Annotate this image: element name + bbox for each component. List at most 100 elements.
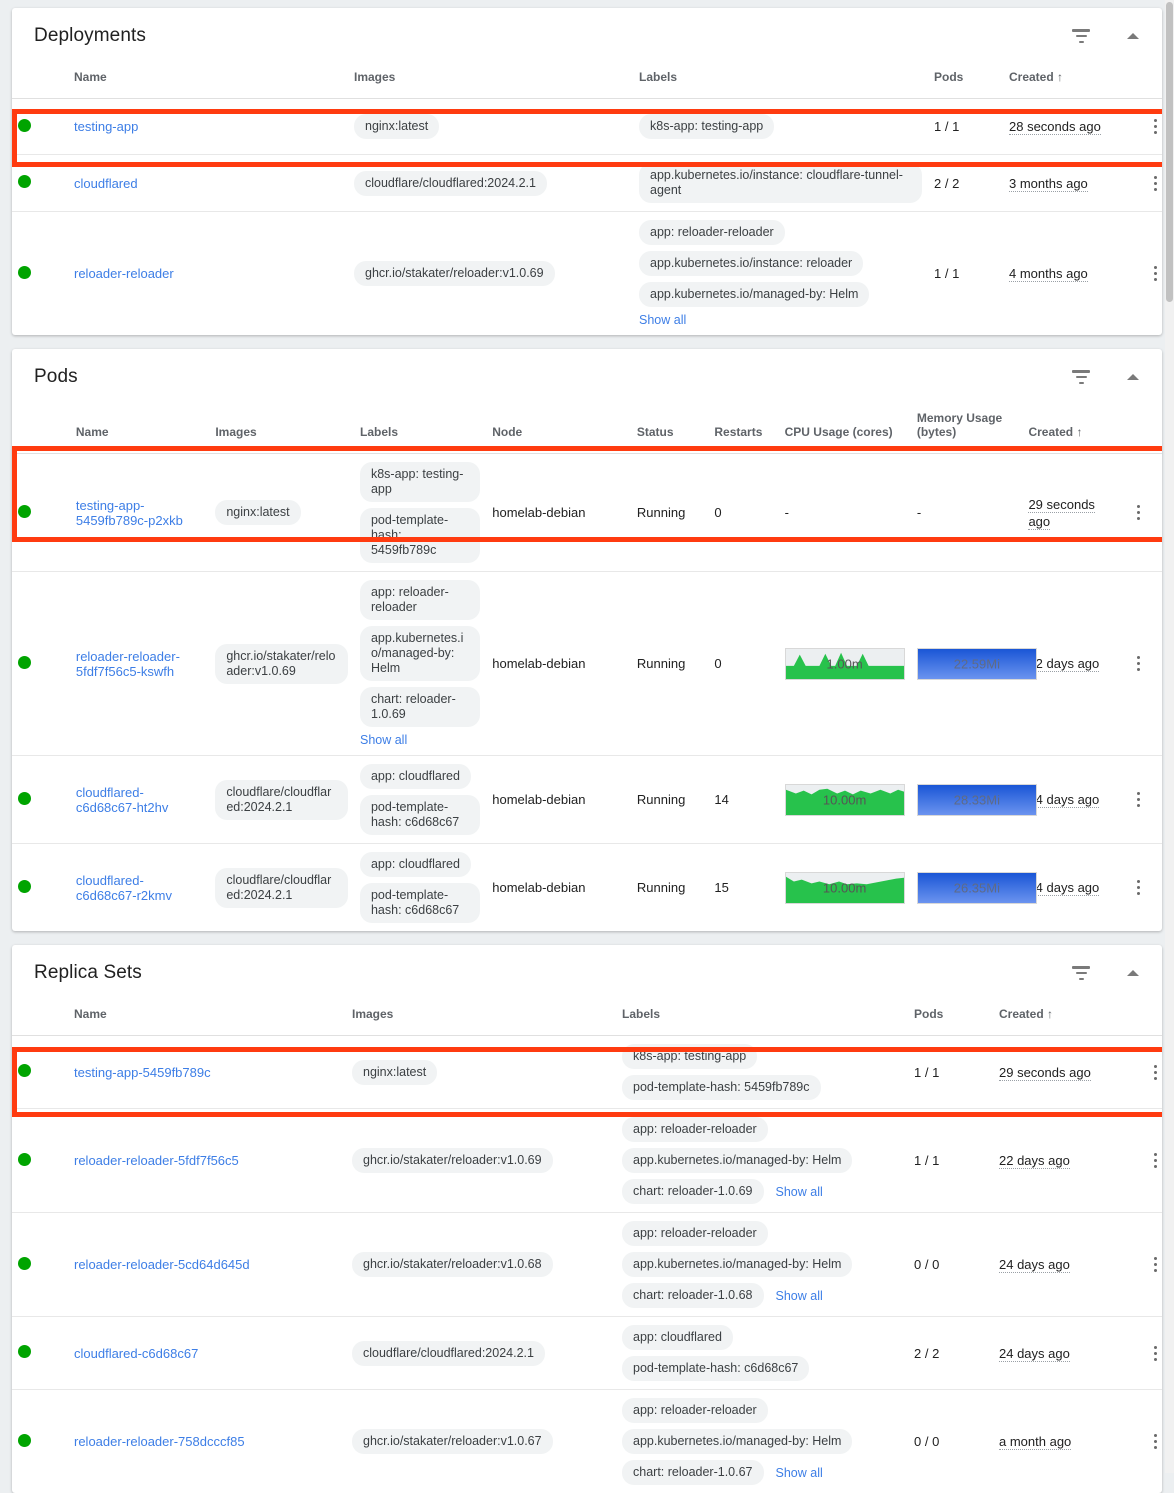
column-header-cpu[interactable]: CPU Usage (cores) <box>779 405 911 454</box>
resource-link[interactable]: reloader-reloader-5cd64d645d <box>74 1257 250 1272</box>
row-restarts-cell: 0 <box>708 572 778 756</box>
row-menu-icon[interactable] <box>1146 1342 1163 1364</box>
row-menu-icon[interactable] <box>1146 116 1163 138</box>
label-chip: pod-template-hash: 5459fb789c <box>360 508 480 563</box>
show-all-link[interactable]: Show all <box>776 1185 823 1199</box>
row-pods-cell: 0 / 0 <box>908 1390 993 1493</box>
deployments-card: Deployments Name Images Labe <box>12 8 1162 335</box>
resource-link[interactable]: testing-app-5459fb789c <box>74 1065 211 1080</box>
label-chip: pod-template-hash: c6d68c67 <box>360 883 480 923</box>
show-all-link[interactable]: Show all <box>639 313 686 327</box>
row-menu-icon[interactable] <box>1146 1254 1163 1276</box>
pods-card: Pods Name Images La <box>12 349 1162 931</box>
table-row[interactable]: cloudflared cloudflare/cloudflared:2024.… <box>12 155 1162 212</box>
caret-up-icon[interactable] <box>1122 25 1144 47</box>
row-restarts-cell: 15 <box>708 844 778 932</box>
show-all-link[interactable]: Show all <box>776 1289 823 1303</box>
filter-list-icon[interactable] <box>1070 25 1092 47</box>
column-header-images[interactable]: Images <box>346 1001 616 1036</box>
column-header-memory[interactable]: Memory Usage (bytes) <box>911 405 1023 454</box>
table-row[interactable]: reloader-reloader-5cd64d645d ghcr.io/sta… <box>12 1213 1162 1317</box>
filter-list-icon[interactable] <box>1070 366 1092 388</box>
column-header-images[interactable]: Images <box>209 405 354 454</box>
resource-link[interactable]: reloader-reloader-5fdf7f56c5-kswfh <box>76 649 180 679</box>
row-actions-cell <box>1115 756 1162 844</box>
label-chip: app.kubernetes.io/managed-by: Helm <box>622 1429 852 1454</box>
row-pods-cell: 0 / 0 <box>908 1213 993 1317</box>
table-row[interactable]: testing-app-5459fb789c-p2xkb nginx:lates… <box>12 454 1162 572</box>
row-labels-cell: app.kubernetes.io/instance: cloudflare-t… <box>633 155 928 212</box>
column-header-created[interactable]: Created ↑ <box>993 1001 1133 1036</box>
row-menu-icon[interactable] <box>1146 1431 1163 1453</box>
row-images-cell: ghcr.io/stakater/reloader:v1.0.69 <box>348 212 633 336</box>
label-chip: app: reloader-reloader <box>639 220 785 245</box>
row-cpu-cell: - <box>779 454 911 572</box>
row-status-cell: Running <box>631 844 708 932</box>
table-row[interactable]: reloader-reloader-5fdf7f56c5-kswfh ghcr.… <box>12 572 1162 756</box>
created-text: 24 days ago <box>999 1346 1070 1362</box>
column-header-created[interactable]: Created ↑ <box>1003 64 1133 99</box>
row-menu-icon[interactable] <box>1146 1061 1163 1083</box>
show-all-link[interactable]: Show all <box>360 733 407 747</box>
column-header-created[interactable]: Created ↑ <box>1022 405 1115 454</box>
resource-link[interactable]: testing-app-5459fb789c-p2xkb <box>76 498 183 528</box>
table-row[interactable]: cloudflared-c6d68c67 cloudflare/cloudfla… <box>12 1317 1162 1390</box>
resource-link[interactable]: reloader-reloader <box>74 266 174 281</box>
row-menu-icon[interactable] <box>1129 502 1149 524</box>
column-header-pods[interactable]: Pods <box>908 1001 993 1036</box>
row-actions-cell <box>1133 99 1162 155</box>
resource-link[interactable]: cloudflared-c6d68c67-ht2hv <box>76 785 169 815</box>
row-created-cell: 3 months ago <box>1003 155 1133 212</box>
row-name-cell: reloader-reloader-5cd64d645d <box>68 1213 346 1317</box>
column-header-restarts[interactable]: Restarts <box>708 405 778 454</box>
table-header-row: Name Images Labels Pods Created ↑ <box>12 64 1162 99</box>
column-header-name[interactable]: Name <box>68 64 348 99</box>
row-labels-cell: app: cloudflared pod-template-hash: c6d6… <box>354 844 486 932</box>
row-menu-icon[interactable] <box>1146 172 1163 194</box>
table-row[interactable]: reloader-reloader-5fdf7f56c5 ghcr.io/sta… <box>12 1109 1162 1213</box>
page-scrollbar-thumb[interactable] <box>1166 2 1173 302</box>
table-row[interactable]: reloader-reloader ghcr.io/stakater/reloa… <box>12 212 1162 336</box>
column-header-name[interactable]: Name <box>70 405 209 454</box>
caret-up-icon[interactable] <box>1122 962 1144 984</box>
row-menu-icon[interactable] <box>1146 1150 1163 1172</box>
row-menu-icon[interactable] <box>1129 789 1149 811</box>
resource-link[interactable]: cloudflared-c6d68c67-r2kmv <box>76 873 172 903</box>
filter-list-icon[interactable] <box>1070 962 1092 984</box>
page-title-deployments: Deployments <box>34 25 1070 47</box>
column-header-node[interactable]: Node <box>486 405 631 454</box>
row-created-cell: 28 seconds ago <box>1003 99 1133 155</box>
status-badge <box>12 99 68 155</box>
column-header-labels[interactable]: Labels <box>633 64 928 99</box>
row-menu-icon[interactable] <box>1129 877 1149 899</box>
created-text: 24 days ago <box>1028 880 1099 896</box>
created-text: 22 days ago <box>1028 656 1099 672</box>
image-chip: cloudflare/cloudflared:2024.2.1 <box>354 171 547 196</box>
row-name-cell: testing-app <box>68 99 348 155</box>
row-created-cell: 29 seconds ago <box>993 1036 1133 1109</box>
column-header-labels[interactable]: Labels <box>616 1001 908 1036</box>
table-row[interactable]: cloudflared-c6d68c67-r2kmv cloudflare/cl… <box>12 844 1162 932</box>
caret-up-icon[interactable] <box>1122 366 1144 388</box>
table-row[interactable]: testing-app-5459fb789c nginx:latest k8s-… <box>12 1036 1162 1109</box>
resource-link[interactable]: testing-app <box>74 119 138 134</box>
table-row[interactable]: reloader-reloader-758dcccf85 ghcr.io/sta… <box>12 1390 1162 1493</box>
table-row[interactable]: cloudflared-c6d68c67-ht2hv cloudflare/cl… <box>12 756 1162 844</box>
row-menu-icon[interactable] <box>1129 653 1149 675</box>
column-header-status[interactable]: Status <box>631 405 708 454</box>
column-header-images[interactable]: Images <box>348 64 633 99</box>
resource-link[interactable]: cloudflared <box>74 176 138 191</box>
row-menu-icon[interactable] <box>1146 263 1163 285</box>
table-header-row: Name Images Labels Pods Created ↑ <box>12 1001 1162 1036</box>
resource-link[interactable]: reloader-reloader-5fdf7f56c5 <box>74 1153 239 1168</box>
resource-link[interactable]: cloudflared-c6d68c67 <box>74 1346 198 1361</box>
row-pods-cell: 1 / 1 <box>908 1109 993 1213</box>
actions-header <box>1133 64 1162 99</box>
image-chip: cloudflare/cloudflared:2024.2.1 <box>215 780 348 820</box>
row-memory-cell: 28.33Mi <box>911 756 1023 844</box>
resource-link[interactable]: reloader-reloader-758dcccf85 <box>74 1434 245 1449</box>
column-header-labels[interactable]: Labels <box>354 405 486 454</box>
table-row[interactable]: testing-app nginx:latest k8s-app: testin… <box>12 99 1162 155</box>
column-header-pods[interactable]: Pods <box>928 64 1003 99</box>
column-header-name[interactable]: Name <box>68 1001 346 1036</box>
